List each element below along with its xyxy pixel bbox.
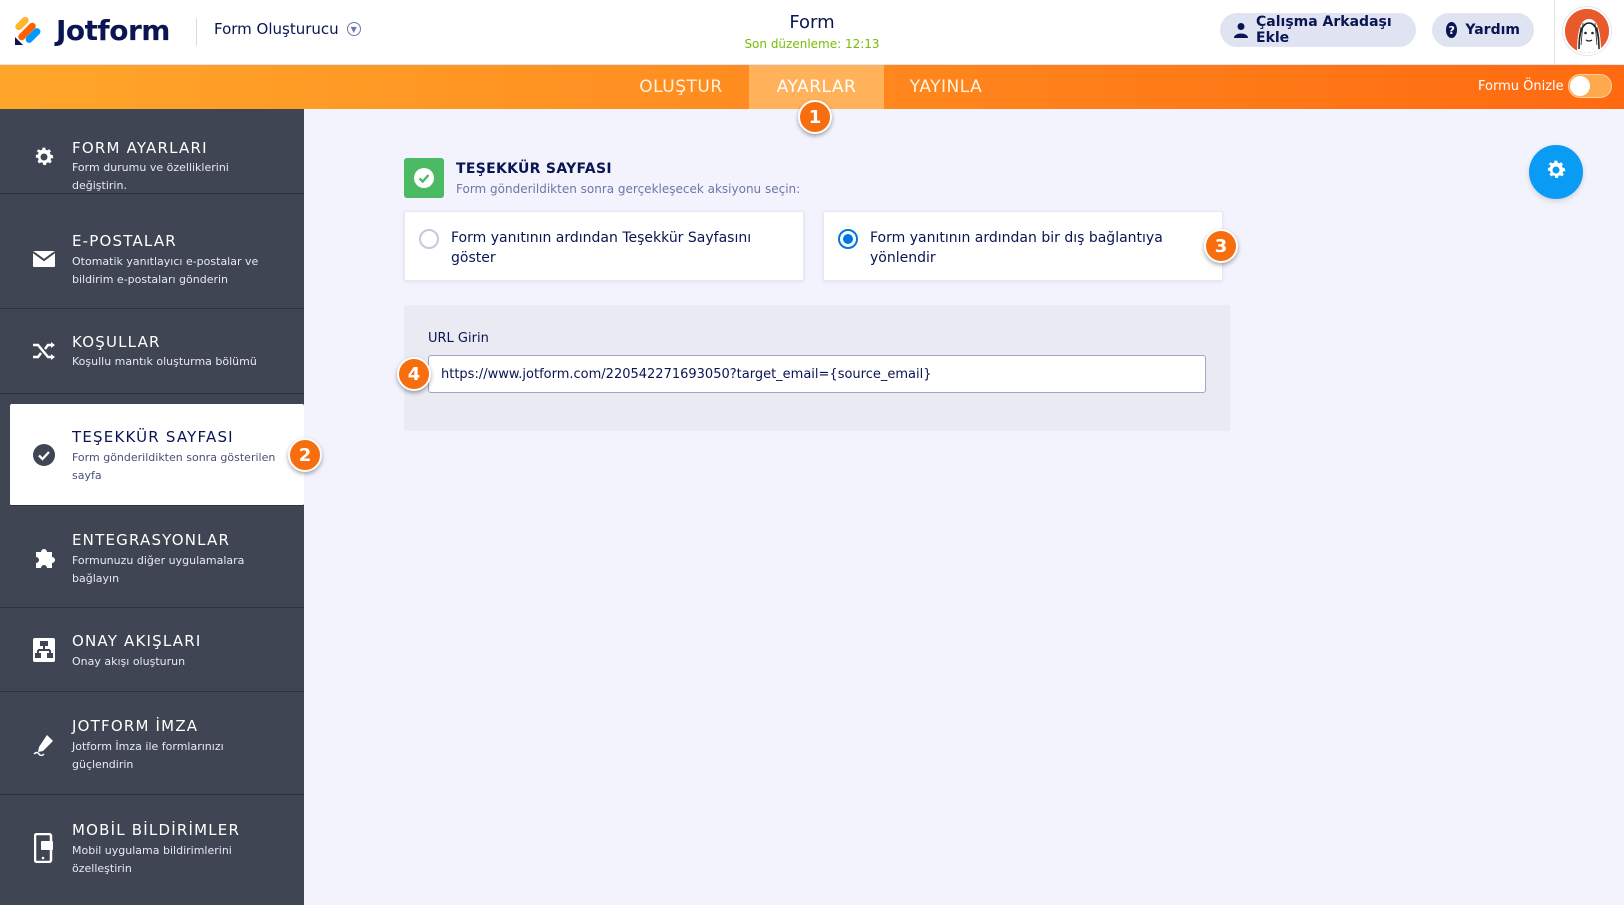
help-label: Yardım bbox=[1465, 22, 1520, 38]
section-title: TEŞEKKÜR SAYFASI bbox=[456, 161, 612, 177]
question-icon: ? bbox=[1446, 22, 1458, 38]
account-menu[interactable] bbox=[1554, 0, 1624, 65]
puzzle-icon bbox=[30, 544, 58, 572]
settings-fab-button[interactable] bbox=[1529, 145, 1583, 199]
check-circle-icon bbox=[30, 441, 58, 469]
add-collaborator-label: Çalışma Arkadaşı Ekle bbox=[1256, 14, 1392, 46]
sidebar-item-title: ONAY AKIŞLARI bbox=[72, 632, 202, 650]
sidebar-item-mobile-notifications[interactable]: MOBİL BİLDİRİMLER Mobil uygulama bildiri… bbox=[0, 797, 304, 905]
gear-icon bbox=[1544, 158, 1568, 186]
sidebar-item-title: JOTFORM İMZA bbox=[72, 717, 199, 735]
add-collaborator-button[interactable]: Çalışma Arkadaşı Ekle bbox=[1220, 13, 1416, 47]
section-subtitle: Form gönderildikten sonra gerçekleşecek … bbox=[456, 182, 801, 196]
jotform-logo-icon bbox=[15, 16, 41, 45]
callout-badge-1: 1 bbox=[798, 100, 832, 134]
form-builder-label: Form Oluşturucu bbox=[214, 20, 339, 38]
option-redirect-external-link[interactable]: Form yanıtının ardından bir dış bağlantı… bbox=[823, 211, 1223, 281]
sidebar-item-desc: Formunuzu diğer uygulamalara bağlayın bbox=[72, 554, 245, 585]
gear-icon bbox=[30, 143, 58, 171]
flow-icon bbox=[30, 636, 58, 664]
top-header: Jotform Form Oluşturucu ▼ Form Son düzen… bbox=[0, 0, 1624, 65]
redirect-url-input[interactable] bbox=[428, 355, 1206, 393]
sidebar-item-jotform-sign[interactable]: JOTFORM İMZA Jotform İmza ile formlarını… bbox=[0, 693, 304, 795]
settings-sidebar: FORM AYARLARI Form durumu ve özellikleri… bbox=[0, 109, 304, 905]
radio-show-thank-you[interactable] bbox=[419, 229, 439, 249]
sidebar-item-desc: Jotform İmza ile formlarınızı güçlendiri… bbox=[72, 740, 224, 771]
sidebar-item-thank-you-page[interactable]: TEŞEKKÜR SAYFASI Form gönderildikten son… bbox=[10, 404, 304, 506]
shuffle-icon bbox=[30, 337, 58, 365]
sidebar-item-integrations[interactable]: ENTEGRASYONLAR Formunuzu diğer uygulamal… bbox=[0, 508, 304, 608]
radio-redirect[interactable] bbox=[838, 229, 858, 249]
sidebar-item-emails[interactable]: E-POSTALAR Otomatik yanıtlayıcı e-postal… bbox=[0, 209, 304, 309]
help-button[interactable]: ? Yardım bbox=[1432, 13, 1534, 47]
preview-form-label: Formu Önizle bbox=[1478, 79, 1564, 94]
user-icon bbox=[1234, 22, 1248, 38]
last-edited-status: Son düzenleme: 12:13 bbox=[744, 37, 880, 51]
url-panel: URL Girin bbox=[404, 305, 1230, 431]
sidebar-item-title: MOBİL BİLDİRİMLER bbox=[72, 821, 241, 839]
sidebar-item-approval-flows[interactable]: ONAY AKIŞLARI Onay akışı oluşturun bbox=[0, 609, 304, 692]
sidebar-item-desc: Onay akışı oluşturun bbox=[72, 655, 186, 668]
sidebar-item-desc: Koşullu mantık oluşturma bölümü bbox=[72, 355, 257, 368]
header-divider bbox=[196, 18, 197, 46]
option-show-thank-you-page[interactable]: Form yanıtının ardından Teşekkür Sayfası… bbox=[404, 211, 804, 281]
sidebar-item-form-settings[interactable]: FORM AYARLARI Form durumu ve özellikleri… bbox=[0, 127, 304, 194]
form-title[interactable]: Form bbox=[712, 12, 912, 33]
sidebar-item-title: KOŞULLAR bbox=[72, 333, 161, 351]
toggle-knob bbox=[1570, 76, 1590, 96]
check-icon bbox=[404, 158, 444, 198]
sidebar-item-desc: Form durumu ve özelliklerini değiştirin. bbox=[72, 161, 229, 192]
callout-badge-3: 3 bbox=[1204, 229, 1238, 263]
preview-form-toggle[interactable] bbox=[1568, 74, 1612, 98]
sidebar-item-title: TEŞEKKÜR SAYFASI bbox=[72, 428, 234, 446]
callout-badge-4: 4 bbox=[397, 357, 431, 391]
url-label: URL Girin bbox=[428, 331, 489, 346]
sidebar-item-desc: Form gönderildikten sonra gösterilen say… bbox=[72, 451, 276, 482]
pen-icon bbox=[30, 730, 58, 758]
sidebar-item-title: E-POSTALAR bbox=[72, 232, 177, 250]
sidebar-item-desc: Mobil uygulama bildirimlerini özelleştir… bbox=[72, 844, 232, 875]
sidebar-item-title: FORM AYARLARI bbox=[72, 139, 208, 157]
option-label: Form yanıtının ardından Teşekkür Sayfası… bbox=[451, 230, 752, 266]
tab-build[interactable]: OLUŞTUR bbox=[626, 65, 736, 109]
avatar bbox=[1563, 7, 1611, 55]
callout-badge-2: 2 bbox=[288, 438, 322, 472]
chevron-down-icon: ▼ bbox=[346, 22, 361, 36]
sidebar-item-conditions[interactable]: KOŞULLAR Koşullu mantık oluşturma bölümü bbox=[0, 310, 304, 394]
envelope-icon bbox=[30, 245, 58, 273]
jotform-logo[interactable]: Jotform bbox=[12, 12, 170, 48]
sidebar-item-desc: Otomatik yanıtlayıcı e-postalar ve bildi… bbox=[72, 255, 259, 286]
form-builder-menu[interactable]: Form Oluşturucu ▼ bbox=[214, 20, 361, 38]
logo-text: Jotform bbox=[56, 13, 170, 47]
tab-publish[interactable]: YAYINLA bbox=[896, 65, 996, 109]
option-label: Form yanıtının ardından bir dış bağlantı… bbox=[870, 230, 1163, 266]
sidebar-item-title: ENTEGRASYONLAR bbox=[72, 531, 231, 549]
phone-icon bbox=[30, 833, 58, 863]
